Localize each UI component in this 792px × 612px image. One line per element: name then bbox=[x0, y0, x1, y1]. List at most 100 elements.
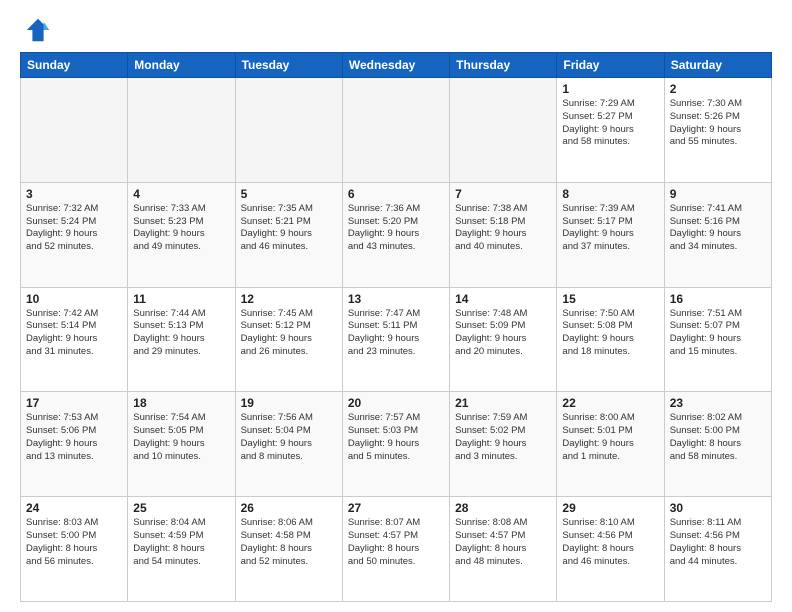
day-number: 27 bbox=[348, 501, 444, 515]
day-info: Sunrise: 8:06 AM Sunset: 4:58 PM Dayligh… bbox=[241, 517, 337, 568]
calendar-day-cell: 9Sunrise: 7:41 AM Sunset: 5:16 PM Daylig… bbox=[664, 182, 771, 287]
calendar-day-cell: 18 Sunrise: 7:54 AM Sunset: 5:05 PM Dayli… bbox=[128, 392, 235, 497]
calendar-day-cell bbox=[235, 78, 342, 183]
calendar-week-row: 24 Sunrise: 8:03 AM Sunset: 5:00 PM Dayli… bbox=[21, 497, 772, 602]
day-number: 13 bbox=[348, 292, 444, 306]
day-info: Sunrise: 8:02 AM Sunset: 5:00 PM Dayligh… bbox=[670, 412, 766, 463]
day-number: 21 bbox=[455, 396, 551, 410]
day-info: Sunrise: 7:41 AM Sunset: 5:16 PM Dayligh… bbox=[670, 203, 766, 254]
day-number: 4 bbox=[133, 187, 229, 201]
calendar-day-cell bbox=[128, 78, 235, 183]
day-info: Sunrise: 7:32 AM Sunset: 5:24 PM Dayligh… bbox=[26, 203, 122, 254]
calendar-day-cell: 8 Sunrise: 7:39 AM Sunset: 5:17 PM Daylig… bbox=[557, 182, 664, 287]
day-info: Sunrise: 7:50 AM Sunset: 5:08 PM Dayligh… bbox=[562, 308, 658, 359]
day-number: 16 bbox=[670, 292, 766, 306]
day-info: Sunrise: 7:39 AM Sunset: 5:17 PM Dayligh… bbox=[562, 203, 658, 254]
calendar-day-cell: 17 Sunrise: 7:53 AM Sunset: 5:06 PM Dayli… bbox=[21, 392, 128, 497]
day-info: Sunrise: 7:42 AM Sunset: 5:14 PM Dayligh… bbox=[26, 308, 122, 359]
calendar-day-cell: 24 Sunrise: 8:03 AM Sunset: 5:00 PM Dayli… bbox=[21, 497, 128, 602]
day-number: 5 bbox=[241, 187, 337, 201]
day-info: Sunrise: 8:03 AM Sunset: 5:00 PM Dayligh… bbox=[26, 517, 122, 568]
calendar-day-cell: 20Sunrise: 7:57 AM Sunset: 5:03 PM Dayli… bbox=[342, 392, 449, 497]
day-info: Sunrise: 7:51 AM Sunset: 5:07 PM Dayligh… bbox=[670, 308, 766, 359]
calendar-day-cell: 27 Sunrise: 8:07 AM Sunset: 4:57 PM Dayli… bbox=[342, 497, 449, 602]
day-info: Sunrise: 7:29 AM Sunset: 5:27 PM Dayligh… bbox=[562, 98, 658, 149]
calendar-day-cell: 23 Sunrise: 8:02 AM Sunset: 5:00 PM Dayli… bbox=[664, 392, 771, 497]
calendar-day-cell: 29 Sunrise: 8:10 AM Sunset: 4:56 PM Dayli… bbox=[557, 497, 664, 602]
calendar-table: SundayMondayTuesdayWednesdayThursdayFrid… bbox=[20, 52, 772, 602]
header bbox=[20, 16, 772, 44]
day-number: 18 bbox=[133, 396, 229, 410]
weekday-header: Saturday bbox=[664, 53, 771, 78]
calendar-day-cell: 25 Sunrise: 8:04 AM Sunset: 4:59 PM Dayli… bbox=[128, 497, 235, 602]
page: SundayMondayTuesdayWednesdayThursdayFrid… bbox=[0, 0, 792, 612]
calendar-day-cell: 15 Sunrise: 7:50 AM Sunset: 5:08 PM Dayli… bbox=[557, 287, 664, 392]
calendar-day-cell: 2 Sunrise: 7:30 AM Sunset: 5:26 PM Daylig… bbox=[664, 78, 771, 183]
calendar-day-cell: 22 Sunrise: 8:00 AM Sunset: 5:01 PM Dayli… bbox=[557, 392, 664, 497]
calendar-week-row: 3Sunrise: 7:32 AM Sunset: 5:24 PM Daylig… bbox=[21, 182, 772, 287]
day-number: 1 bbox=[562, 82, 658, 96]
day-info: Sunrise: 7:45 AM Sunset: 5:12 PM Dayligh… bbox=[241, 308, 337, 359]
day-number: 28 bbox=[455, 501, 551, 515]
weekday-header: Sunday bbox=[21, 53, 128, 78]
calendar-day-cell: 14 Sunrise: 7:48 AM Sunset: 5:09 PM Dayli… bbox=[450, 287, 557, 392]
day-number: 12 bbox=[241, 292, 337, 306]
calendar-day-cell: 12 Sunrise: 7:45 AM Sunset: 5:12 PM Dayli… bbox=[235, 287, 342, 392]
weekday-header: Friday bbox=[557, 53, 664, 78]
calendar-day-cell: 7 Sunrise: 7:38 AM Sunset: 5:18 PM Daylig… bbox=[450, 182, 557, 287]
calendar-day-cell: 19 Sunrise: 7:56 AM Sunset: 5:04 PM Dayli… bbox=[235, 392, 342, 497]
day-info: Sunrise: 7:47 AM Sunset: 5:11 PM Dayligh… bbox=[348, 308, 444, 359]
logo-area bbox=[20, 16, 52, 44]
day-info: Sunrise: 7:30 AM Sunset: 5:26 PM Dayligh… bbox=[670, 98, 766, 149]
day-info: Sunrise: 7:48 AM Sunset: 5:09 PM Dayligh… bbox=[455, 308, 551, 359]
day-number: 8 bbox=[562, 187, 658, 201]
calendar-day-cell: 4 Sunrise: 7:33 AM Sunset: 5:23 PM Daylig… bbox=[128, 182, 235, 287]
calendar-day-cell bbox=[450, 78, 557, 183]
day-number: 19 bbox=[241, 396, 337, 410]
day-number: 20 bbox=[348, 396, 444, 410]
day-number: 15 bbox=[562, 292, 658, 306]
day-number: 7 bbox=[455, 187, 551, 201]
calendar-day-cell: 28 Sunrise: 8:08 AM Sunset: 4:57 PM Dayli… bbox=[450, 497, 557, 602]
day-info: Sunrise: 7:33 AM Sunset: 5:23 PM Dayligh… bbox=[133, 203, 229, 254]
day-number: 6 bbox=[348, 187, 444, 201]
day-number: 29 bbox=[562, 501, 658, 515]
calendar-week-row: 17 Sunrise: 7:53 AM Sunset: 5:06 PM Dayli… bbox=[21, 392, 772, 497]
day-number: 17 bbox=[26, 396, 122, 410]
calendar-day-cell: 10 Sunrise: 7:42 AM Sunset: 5:14 PM Dayli… bbox=[21, 287, 128, 392]
day-info: Sunrise: 7:44 AM Sunset: 5:13 PM Dayligh… bbox=[133, 308, 229, 359]
day-number: 14 bbox=[455, 292, 551, 306]
logo-icon bbox=[24, 16, 52, 44]
day-number: 25 bbox=[133, 501, 229, 515]
calendar-day-cell: 5 Sunrise: 7:35 AM Sunset: 5:21 PM Daylig… bbox=[235, 182, 342, 287]
day-number: 22 bbox=[562, 396, 658, 410]
day-number: 23 bbox=[670, 396, 766, 410]
calendar-day-cell: 26 Sunrise: 8:06 AM Sunset: 4:58 PM Dayli… bbox=[235, 497, 342, 602]
calendar-day-cell: 16 Sunrise: 7:51 AM Sunset: 5:07 PM Dayli… bbox=[664, 287, 771, 392]
day-info: Sunrise: 8:11 AM Sunset: 4:56 PM Dayligh… bbox=[670, 517, 766, 568]
day-info: Sunrise: 8:10 AM Sunset: 4:56 PM Dayligh… bbox=[562, 517, 658, 568]
calendar-day-cell: 1 Sunrise: 7:29 AM Sunset: 5:27 PM Daylig… bbox=[557, 78, 664, 183]
day-info: Sunrise: 7:38 AM Sunset: 5:18 PM Dayligh… bbox=[455, 203, 551, 254]
weekday-header: Thursday bbox=[450, 53, 557, 78]
weekday-header: Tuesday bbox=[235, 53, 342, 78]
day-info: Sunrise: 8:00 AM Sunset: 5:01 PM Dayligh… bbox=[562, 412, 658, 463]
calendar-week-row: 10 Sunrise: 7:42 AM Sunset: 5:14 PM Dayli… bbox=[21, 287, 772, 392]
day-number: 26 bbox=[241, 501, 337, 515]
calendar-day-cell: 13 Sunrise: 7:47 AM Sunset: 5:11 PM Dayli… bbox=[342, 287, 449, 392]
day-info: Sunrise: 7:36 AM Sunset: 5:20 PM Dayligh… bbox=[348, 203, 444, 254]
day-info: Sunrise: 7:35 AM Sunset: 5:21 PM Dayligh… bbox=[241, 203, 337, 254]
day-info: Sunrise: 7:56 AM Sunset: 5:04 PM Dayligh… bbox=[241, 412, 337, 463]
day-info: Sunrise: 7:54 AM Sunset: 5:05 PM Dayligh… bbox=[133, 412, 229, 463]
day-info: Sunrise: 8:07 AM Sunset: 4:57 PM Dayligh… bbox=[348, 517, 444, 568]
calendar-day-cell bbox=[21, 78, 128, 183]
weekday-header: Monday bbox=[128, 53, 235, 78]
day-info: Sunrise: 8:08 AM Sunset: 4:57 PM Dayligh… bbox=[455, 517, 551, 568]
day-info: Sunrise: 7:59 AM Sunset: 5:02 PM Dayligh… bbox=[455, 412, 551, 463]
day-number: 24 bbox=[26, 501, 122, 515]
day-info: Sunrise: 7:53 AM Sunset: 5:06 PM Dayligh… bbox=[26, 412, 122, 463]
calendar-day-cell: 21 Sunrise: 7:59 AM Sunset: 5:02 PM Dayli… bbox=[450, 392, 557, 497]
day-number: 2 bbox=[670, 82, 766, 96]
day-number: 10 bbox=[26, 292, 122, 306]
day-info: Sunrise: 8:04 AM Sunset: 4:59 PM Dayligh… bbox=[133, 517, 229, 568]
